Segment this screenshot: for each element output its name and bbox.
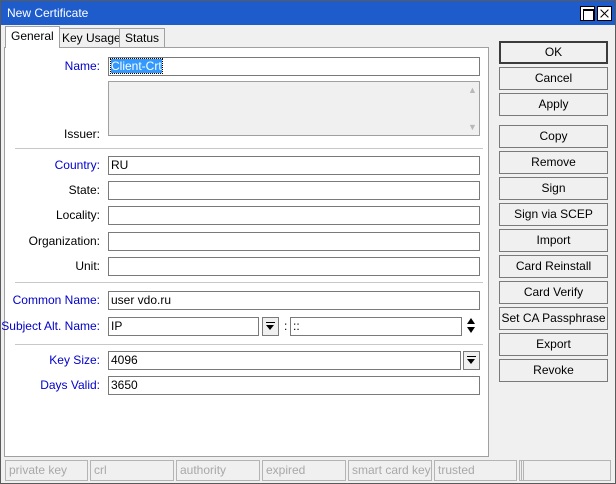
ok-button[interactable]: OK (499, 41, 608, 64)
revoke-button[interactable]: Revoke (499, 359, 608, 382)
days-valid-field[interactable]: 3650 (108, 376, 480, 395)
locality-field[interactable] (108, 206, 480, 225)
export-button[interactable]: Export (499, 333, 608, 356)
tab-status[interactable]: Status (119, 28, 166, 48)
divider (15, 282, 483, 283)
subject-alt-name-value[interactable]: :: (290, 317, 462, 336)
country-field[interactable]: RU (108, 156, 480, 175)
general-panel: Name: Client-Crt ▲ ▼ Issuer: Country: RU… (1, 47, 489, 457)
unit-field[interactable] (108, 257, 480, 276)
sign-via-scep-button[interactable]: Sign via SCEP (499, 203, 608, 226)
dropdown-arrow-icon[interactable] (262, 317, 279, 336)
common-name-field[interactable]: user vdo.ru (108, 291, 480, 310)
status-trusted: trusted (434, 460, 517, 481)
tab-key-usage[interactable]: Key Usage (56, 28, 127, 48)
subject-alt-name-separator: : (284, 319, 288, 333)
name-field[interactable]: Client-Crt (108, 57, 480, 76)
copy-button[interactable]: Copy (499, 125, 608, 148)
status-expired: expired (262, 460, 346, 481)
divider (15, 148, 483, 149)
country-label: Country: (54, 158, 100, 172)
locality-label: Locality: (55, 208, 100, 222)
set-ca-passphrase-button[interactable]: Set CA Passphrase (499, 307, 608, 330)
organization-field[interactable] (108, 232, 480, 251)
key-size-label: Key Size: (49, 353, 100, 367)
sign-button[interactable]: Sign (499, 177, 608, 200)
state-field[interactable] (108, 181, 480, 200)
subject-alt-name-type[interactable]: IP (108, 317, 259, 336)
certificate-window: New Certificate General Key Usage Status… (0, 0, 616, 484)
state-label: State: (68, 183, 100, 197)
organization-label: Organization: (28, 234, 100, 248)
close-icon[interactable] (597, 6, 612, 21)
card-verify-button[interactable]: Card Verify (499, 281, 608, 304)
window-title: New Certificate (7, 6, 89, 20)
unit-label: Unit: (75, 259, 100, 273)
issuer-label: Issuer: (63, 127, 100, 141)
status-bar: private key crl authority expired smart … (1, 459, 615, 483)
name-label: Name: (64, 59, 100, 73)
divider (15, 344, 483, 345)
apply-button[interactable]: Apply (499, 93, 608, 116)
title-bar[interactable]: New Certificate (1, 1, 615, 25)
remove-button[interactable]: Remove (499, 151, 608, 174)
status-crl: crl (90, 460, 174, 481)
subject-alt-name-label: Subject Alt. Name: (1, 319, 100, 333)
cancel-button[interactable]: Cancel (499, 67, 608, 90)
dropdown-arrow-icon[interactable] (463, 351, 480, 370)
issuer-field[interactable]: ▲ ▼ (108, 81, 480, 136)
maximize-icon[interactable] (580, 6, 595, 21)
up-down-arrows-icon[interactable] (464, 317, 479, 336)
scroll-up-icon[interactable]: ▲ (468, 85, 477, 95)
status-private-key: private key (5, 460, 88, 481)
name-value: Client-Crt (110, 58, 163, 74)
common-name-label: Common Name: (12, 293, 100, 307)
key-size-field[interactable]: 4096 (108, 351, 461, 370)
tab-general[interactable]: General (5, 26, 60, 48)
card-reinstall-button[interactable]: Card Reinstall (499, 255, 608, 278)
days-valid-label: Days Valid: (40, 378, 100, 392)
status-empty (521, 460, 611, 481)
status-authority: authority (176, 460, 260, 481)
scroll-down-icon[interactable]: ▼ (468, 122, 477, 132)
status-smart-card-key: smart card key (348, 460, 432, 481)
import-button[interactable]: Import (499, 229, 608, 252)
